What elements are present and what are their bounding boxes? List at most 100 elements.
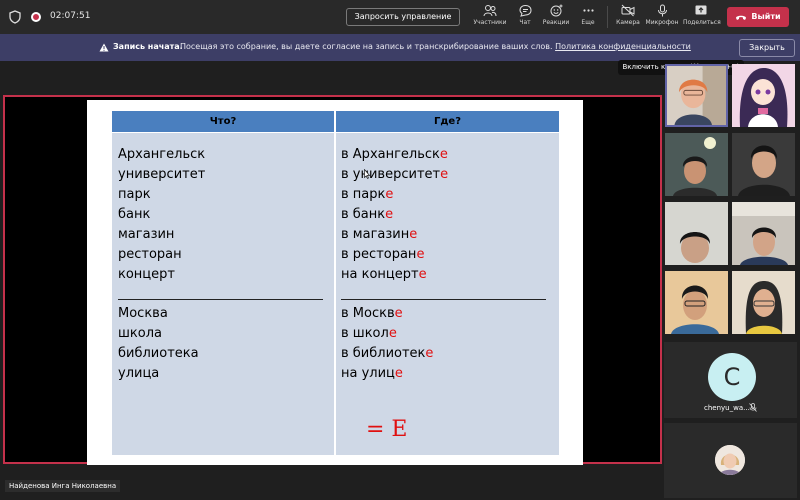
shared-screen: Что? Где? Архангельск университет парк б… [3,95,662,465]
form-stem: в Архангельск [341,147,440,162]
form-stem: в университет [341,167,441,182]
recording-banner: Запись начата. Посещая это собрание, вы … [0,34,800,61]
form-ending: е [385,207,394,222]
form-ending: е [440,167,449,182]
form-stem: в ресторан [341,247,417,262]
meeting-toolbar: 02:07:51 Запросить управление Участники … [0,0,800,34]
phone-hangup-icon [736,15,747,20]
video-tile-avatar-anime[interactable] [732,64,795,127]
form-stem: в банк [341,207,386,222]
shield-icon [9,10,21,24]
divider-line [341,299,546,300]
form-ending: е [425,346,434,361]
form: в Архангельске [341,145,448,165]
participants-button[interactable]: Участники [472,4,508,30]
more-icon [582,9,594,12]
form-stem: в школ [341,326,389,341]
column-header-what: Что? [112,111,334,132]
meeting-timer: 02:07:51 [50,11,91,21]
more-button[interactable]: Еще [575,4,601,30]
form: в библиотеке [341,344,433,364]
participant-video [665,202,728,265]
reactions-label: Реакции [542,19,570,26]
more-label: Еще [581,19,595,26]
share-icon [695,5,707,15]
form: в парке [341,185,393,205]
word: школа [118,326,162,341]
word: улица [118,366,160,381]
banner-title: Запись начата. [113,42,183,51]
form-stem: в парк [341,187,386,202]
mouse-cursor-icon [364,169,370,179]
camera-off-icon [621,4,635,17]
participant-video [665,133,728,196]
chat-label: Чат [519,19,531,26]
participant-video [732,64,795,127]
privacy-policy-link[interactable]: Политика конфиденциальности [555,42,691,51]
form-ending: е [439,147,448,162]
form-ending: е [394,306,403,321]
word: ресторан [118,247,182,262]
leave-button[interactable]: Выйти [727,7,789,27]
form-ending: е [418,267,427,282]
form-ending: е [394,366,403,381]
toolbar-divider [607,6,608,28]
avatar-photo [715,445,745,475]
divider-line [118,299,323,300]
microphone-button[interactable]: Микрофон [645,4,679,30]
word: концерт [118,267,175,282]
share-button[interactable]: Поделиться [683,4,721,30]
form-stem: на концерт [341,267,419,282]
word: университет [118,167,206,182]
video-tile-student-2[interactable] [732,133,795,196]
word: Архангельск [118,147,206,162]
camera-label: Камера [616,19,640,26]
mic-icon [657,4,667,17]
presentation-slide: Что? Где? Архангельск университет парк б… [87,100,583,465]
form-stem: на улиц [341,366,395,381]
video-tile-student-4[interactable] [732,202,795,265]
banner-close-button[interactable]: Закрыть [739,39,795,57]
share-label: Поделиться [683,19,721,26]
form-ending: е [385,187,394,202]
chat-button[interactable]: Чат [511,4,539,30]
form: в университете [341,165,448,185]
form-ending: е [409,227,418,242]
video-tile-chenyu[interactable]: C chenyu_wa... [664,342,797,418]
participant-video [732,271,795,334]
microphone-label: Микрофон [645,19,679,26]
avatar [715,445,745,475]
word: банк [118,207,151,222]
form-ending: е [416,247,425,262]
form-stem: в магазин [341,227,410,242]
video-tile-teacher[interactable] [665,64,728,127]
form: в школе [341,324,397,344]
word: магазин [118,227,175,242]
form-stem: в Москв [341,306,395,321]
form: в магазине [341,225,417,245]
banner-message: Посещая это собрание, вы даете согласие … [180,42,691,51]
form: в Москве [341,304,403,324]
participant-video [665,271,728,334]
request-control-button[interactable]: Запросить управление [346,8,460,26]
participant-video [732,202,795,265]
video-tile-student-6[interactable] [732,271,795,334]
video-tile-student-3[interactable] [665,202,728,265]
form: в ресторане [341,245,424,265]
form: на концерте [341,265,427,285]
participant-name: chenyu_wa... [704,404,750,412]
warning-icon [99,43,109,52]
video-tile-student-5[interactable] [665,271,728,334]
camera-button[interactable]: Камера [614,4,642,30]
participant-video [732,133,795,196]
mic-muted-icon [749,403,757,412]
word: библиотека [118,346,199,361]
avatar: C [708,353,756,401]
form: на улице [341,364,403,384]
reactions-button[interactable]: Реакции [541,4,571,30]
form-ending: е [388,326,397,341]
video-tile-self[interactable] [664,423,797,498]
video-tile-student-1[interactable] [665,133,728,196]
presenter-name-tag: Найденова Инга Николаевна [5,480,121,492]
column-header-where: Где? [336,111,559,132]
